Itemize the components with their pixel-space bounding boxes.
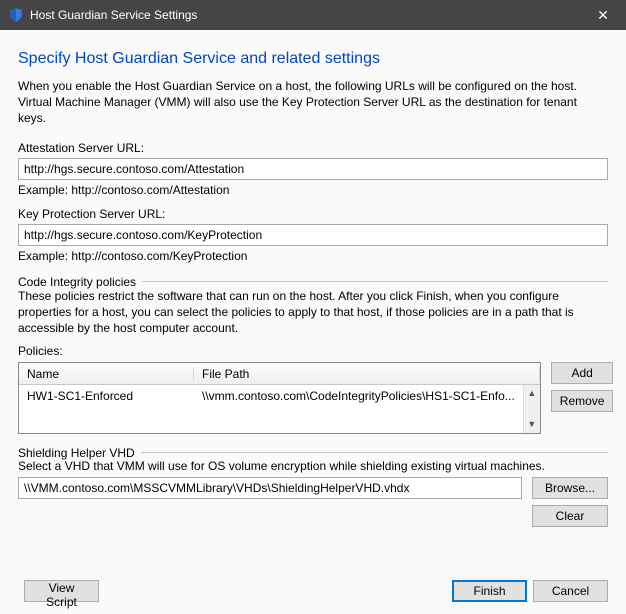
- column-name[interactable]: Name: [19, 367, 194, 381]
- table-row[interactable]: HW1-SC1-Enforced \\vmm.contoso.com\CodeI…: [19, 385, 523, 407]
- column-path[interactable]: File Path: [194, 367, 540, 381]
- window-title: Host Guardian Service Settings: [30, 8, 580, 22]
- clear-button[interactable]: Clear: [532, 505, 608, 527]
- titlebar: Host Guardian Service Settings ✕: [0, 0, 626, 30]
- shielding-vhd-group: Shielding Helper VHD Select a VHD that V…: [18, 446, 608, 527]
- policies-table[interactable]: Name File Path HW1-SC1-Enforced \\vmm.co…: [18, 362, 541, 434]
- browse-button[interactable]: Browse...: [532, 477, 608, 499]
- dialog-footer: View Script Finish Cancel: [0, 580, 626, 602]
- view-script-button[interactable]: View Script: [24, 580, 99, 602]
- keyprotection-example: Example: http://contoso.com/KeyProtectio…: [18, 249, 608, 263]
- page-title: Specify Host Guardian Service and relate…: [18, 50, 608, 68]
- policy-name-cell: HW1-SC1-Enforced: [19, 389, 194, 403]
- attestation-example: Example: http://contoso.com/Attestation: [18, 183, 608, 197]
- keyprotection-url-input[interactable]: [18, 224, 608, 246]
- attestation-label: Attestation Server URL:: [18, 141, 608, 155]
- code-integrity-legend: Code Integrity policies: [18, 275, 142, 289]
- close-button[interactable]: ✕: [580, 0, 626, 30]
- remove-button[interactable]: Remove: [551, 390, 614, 412]
- policies-label: Policies:: [18, 344, 608, 358]
- shielding-vhd-input[interactable]: [18, 477, 522, 499]
- code-integrity-group: Code Integrity policies These policies r…: [18, 275, 608, 435]
- policies-scrollbar[interactable]: ▲▼: [523, 385, 540, 433]
- code-integrity-description: These policies restrict the software tha…: [18, 288, 608, 337]
- shielding-vhd-description: Select a VHD that VMM will use for OS vo…: [18, 459, 608, 473]
- finish-button[interactable]: Finish: [452, 580, 527, 602]
- policies-header: Name File Path: [19, 363, 540, 385]
- add-button[interactable]: Add: [551, 362, 614, 384]
- attestation-url-input[interactable]: [18, 158, 608, 180]
- keyprotection-label: Key Protection Server URL:: [18, 207, 608, 221]
- intro-text: When you enable the Host Guardian Servic…: [18, 78, 608, 127]
- shield-icon: [8, 7, 24, 23]
- policy-path-cell: \\vmm.contoso.com\CodeIntegrityPolicies\…: [194, 389, 523, 403]
- cancel-button[interactable]: Cancel: [533, 580, 608, 602]
- dialog-content: Specify Host Guardian Service and relate…: [0, 30, 626, 614]
- shielding-vhd-legend: Shielding Helper VHD: [18, 446, 141, 460]
